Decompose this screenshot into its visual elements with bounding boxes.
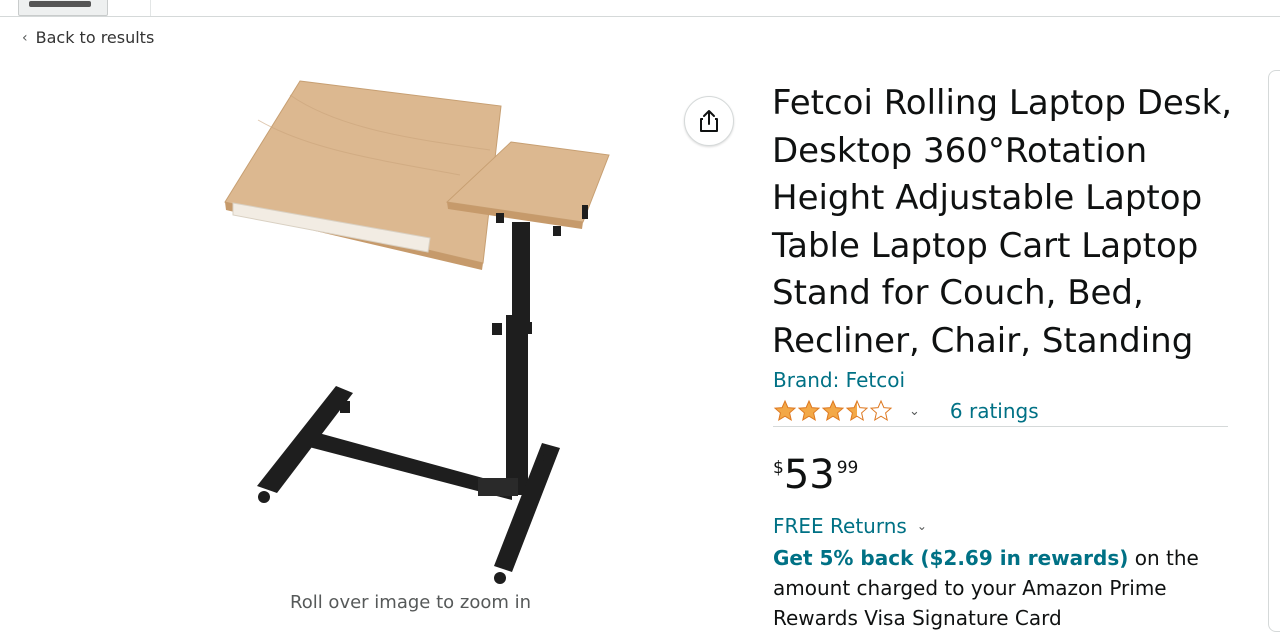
price-currency: $ (773, 458, 784, 478)
ratings-count-link[interactable]: 6 ratings (950, 399, 1039, 423)
share-button[interactable] (684, 96, 734, 146)
returns-label: FREE Returns (773, 514, 907, 538)
thumbnail-strip[interactable] (18, 0, 108, 16)
zoom-hint: Roll over image to zoom in (290, 592, 532, 613)
star-rating[interactable] (773, 399, 893, 423)
star-icon (821, 399, 845, 422)
upper-column (512, 222, 530, 322)
star-icon (797, 399, 821, 422)
back-label: Back to results (35, 28, 155, 47)
top-strip (0, 0, 1280, 17)
side-panel-edge (1268, 70, 1280, 632)
price-whole: 53 (783, 452, 835, 498)
chevron-down-icon[interactable]: ⌄ (909, 404, 920, 419)
star-half-icon (845, 399, 869, 422)
chevron-down-icon: ⌄ (916, 519, 927, 533)
star-empty-icon (869, 399, 893, 422)
rating-row: ⌄ 6 ratings (773, 396, 1228, 427)
divider (150, 0, 151, 16)
chevron-left-icon: ‹ (22, 29, 28, 46)
free-returns-link[interactable]: FREE Returns ⌄ (773, 514, 927, 538)
lower-column (506, 315, 528, 495)
product-image[interactable] (215, 70, 635, 590)
price: $ 53 99 (773, 452, 858, 498)
brand-link[interactable]: Brand: Fetcoi (773, 368, 905, 392)
star-icon (773, 399, 797, 422)
rewards-link[interactable]: Get 5% back ($2.69 in rewards) (773, 546, 1128, 570)
rewards-offer: Get 5% back ($2.69 in rewards) on the am… (773, 543, 1243, 633)
product-title: Fetcoi Rolling Laptop Desk, Desktop 360°… (772, 83, 1233, 361)
price-fraction: 99 (836, 458, 859, 478)
share-icon (700, 110, 718, 132)
back-to-results-link[interactable]: ‹ Back to results (22, 28, 154, 47)
